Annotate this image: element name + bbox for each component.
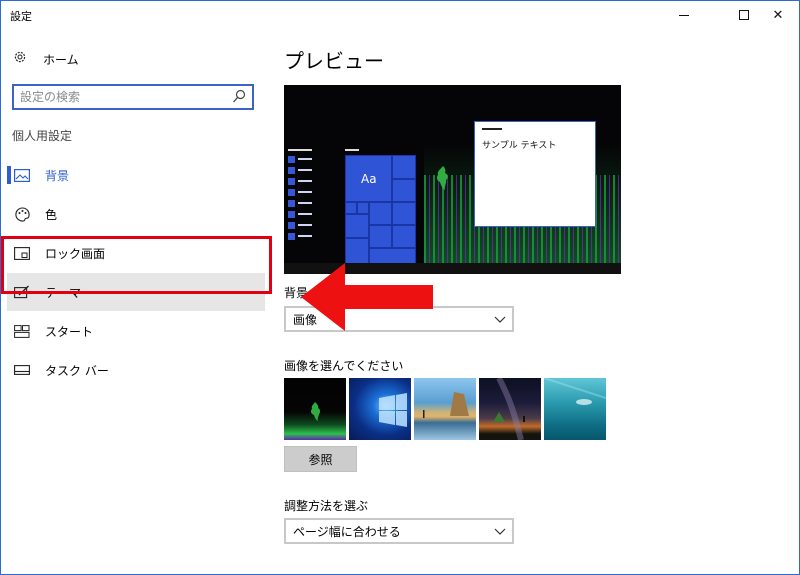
section-label: 個人用設定 (12, 129, 73, 143)
razer-logo-icon (436, 166, 448, 190)
picture-thumbnail-4[interactable] (479, 378, 541, 440)
search-icon[interactable] (232, 89, 246, 105)
fit-select[interactable]: ページ幅に合わせる (284, 518, 514, 544)
theme-preview: Aa サンプル テキスト (284, 85, 621, 274)
sidebar: ホーム 個人用設定 背景 色 ロック画面 (1, 29, 271, 574)
chevron-down-icon (494, 528, 506, 535)
preview-tile (369, 225, 392, 248)
minimize-button[interactable] (661, 1, 707, 29)
browse-button[interactable]: 参照 (284, 446, 357, 472)
preview-tiles-header (345, 149, 359, 151)
annotation-arrow-icon (301, 263, 433, 331)
sample-text: サンプル テキスト (482, 141, 557, 151)
preview-tile (345, 202, 357, 214)
annotation-highlight-box (1, 236, 272, 294)
sidebar-item-label: 色 (45, 207, 58, 222)
settings-window: 設定 ✕ ホーム 個人用設定 背景 色 (0, 0, 800, 575)
picture-thumbnail-3[interactable] (414, 378, 476, 440)
sidebar-item-label: ホーム (43, 52, 79, 67)
minimize-icon (679, 14, 689, 16)
picture-icon (13, 167, 31, 183)
picture-thumbnail-1[interactable] (284, 378, 346, 440)
preview-tile-text: Aa (361, 172, 377, 186)
window-title: 設定 (10, 10, 32, 23)
preview-menu-header (288, 149, 312, 151)
preview-tile (369, 202, 392, 225)
preview-tile (345, 214, 369, 238)
preview-tile (392, 155, 416, 179)
gear-icon (13, 50, 31, 68)
taskbar-icon (13, 362, 31, 378)
preview-tile-large: Aa (345, 155, 392, 202)
start-tiles-icon (13, 323, 31, 339)
close-button[interactable]: ✕ (755, 1, 800, 29)
picture-thumbnails (284, 378, 608, 440)
sidebar-item-label: 背景 (45, 168, 70, 183)
preview-tile (392, 225, 416, 248)
select-value: ページ幅に合わせる (293, 524, 401, 539)
preview-tile (357, 202, 369, 214)
preview-sample-window: サンプル テキスト (474, 121, 596, 227)
sample-window-titlebar (482, 128, 502, 130)
sidebar-item-label: スタート (45, 324, 94, 339)
maximize-icon (739, 10, 749, 20)
search-input[interactable] (14, 86, 224, 108)
page-title: プレビュー (284, 49, 384, 73)
search-box[interactable] (12, 84, 254, 110)
picture-thumbnail-2[interactable] (349, 378, 411, 440)
sidebar-item-home[interactable]: ホーム (13, 49, 79, 69)
preview-tile (392, 179, 416, 202)
chevron-down-icon (494, 316, 506, 323)
palette-icon (13, 206, 31, 222)
sidebar-item-start[interactable]: スタート (7, 312, 265, 350)
sidebar-item-taskbar[interactable]: タスク バー (7, 351, 265, 389)
preview-tile (392, 202, 416, 225)
active-indicator (7, 166, 11, 184)
sidebar-item-background[interactable]: 背景 (7, 156, 265, 194)
sidebar-item-label: タスク バー (45, 363, 109, 378)
sidebar-item-color[interactable]: 色 (7, 195, 265, 233)
preview-tile (345, 238, 369, 265)
picture-thumbnail-5[interactable] (544, 378, 606, 440)
title-bar: 設定 ✕ (1, 1, 799, 29)
close-icon: ✕ (772, 7, 784, 23)
choose-picture-label: 画像を選んでください (284, 359, 404, 373)
fit-label: 調整方法を選ぶ (284, 499, 369, 513)
preview-start-list (288, 155, 312, 251)
preview-tiles: Aa (345, 155, 419, 273)
